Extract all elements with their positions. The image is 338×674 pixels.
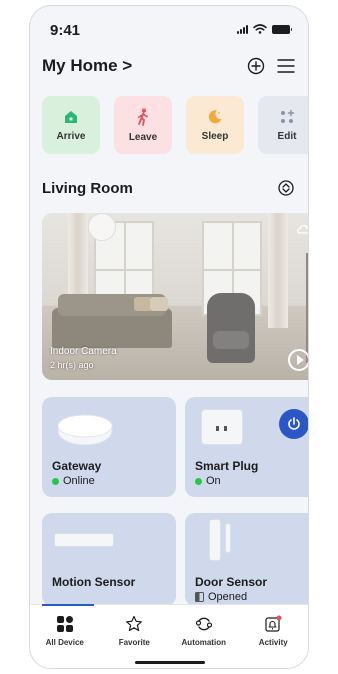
- device-status-text: Online: [63, 475, 95, 487]
- device-name: Door Sensor: [195, 575, 268, 589]
- menu-icon[interactable]: [276, 56, 296, 76]
- sofa: [52, 294, 172, 348]
- walking-person-icon: [138, 108, 148, 126]
- online-dot-icon: [52, 477, 59, 485]
- automation-icon: [195, 617, 212, 631]
- device-card-smart-plug[interactable]: Smart Plug On: [185, 397, 308, 497]
- tab-activity[interactable]: Activity: [243, 615, 303, 647]
- door-open-icon: [195, 592, 204, 602]
- device-status: On: [195, 475, 221, 487]
- plant: [306, 253, 308, 363]
- scene-leave-button[interactable]: Leave: [114, 96, 172, 154]
- curtain: [268, 213, 288, 328]
- status-bar: 9:41: [30, 6, 308, 46]
- device-name: Smart Plug: [195, 459, 259, 473]
- camera-preview[interactable]: Indoor Camera 2 hr(s) ago: [42, 213, 308, 380]
- scene-shortcuts: Arrive Leave Sleep Edit: [42, 96, 308, 154]
- battery-icon: [272, 24, 292, 34]
- device-name: Motion Sensor: [52, 575, 136, 589]
- smart-plug-device-image: [201, 409, 243, 445]
- tab-favorite[interactable]: Favorite: [104, 615, 164, 647]
- wifi-icon: [253, 24, 267, 34]
- device-status-text: Opened: [208, 591, 248, 603]
- tab-bar: All Device Favorite Automation Activity: [30, 604, 308, 668]
- phone-screen: 9:41 My Home > Arrive Leave Sleep Edit L…: [29, 5, 309, 669]
- scene-edit-button[interactable]: Edit: [258, 96, 308, 154]
- door-sensor-magnet-image: [225, 523, 231, 553]
- status-time: 9:41: [50, 22, 81, 39]
- tab-label: All Device: [45, 638, 84, 647]
- grid-add-icon: [281, 109, 295, 123]
- active-tab-indicator: [42, 604, 94, 606]
- tab-label: Favorite: [118, 638, 150, 647]
- device-status-text: On: [206, 475, 221, 487]
- device-card-gateway[interactable]: Gateway Online: [42, 397, 176, 497]
- star-icon: [126, 615, 143, 632]
- cellular-signal-icon: [237, 24, 248, 34]
- pillow: [150, 297, 168, 311]
- devices-icon: [56, 616, 73, 632]
- camera-time: 2 hr(s) ago: [50, 360, 94, 370]
- home-icon: [65, 110, 77, 123]
- device-card-motion-sensor[interactable]: Motion Sensor: [42, 513, 176, 606]
- scene-arrive-button[interactable]: Arrive: [42, 96, 100, 154]
- gateway-device-image: [57, 414, 113, 446]
- status-icons: [237, 24, 292, 34]
- armchair: [207, 293, 255, 363]
- camera-name: Indoor Camera: [50, 346, 117, 357]
- scene-label: Edit: [277, 130, 297, 142]
- room-title: Living Room: [42, 179, 133, 197]
- play-icon[interactable]: [288, 349, 308, 371]
- tab-label: Activity: [258, 638, 288, 647]
- tab-automation[interactable]: Automation: [174, 615, 234, 647]
- power-icon[interactable]: [279, 409, 308, 439]
- pendant-lamp: [88, 213, 116, 241]
- tab-label: Automation: [181, 638, 226, 647]
- bell-icon: [265, 615, 282, 632]
- on-dot-icon: [195, 477, 202, 485]
- home-header: My Home >: [42, 52, 296, 80]
- sort-icon[interactable]: [276, 178, 296, 198]
- cloud-icon: [296, 221, 308, 239]
- scene-label: Leave: [128, 131, 158, 143]
- scene-label: Arrive: [56, 130, 86, 142]
- home-selector[interactable]: My Home >: [42, 56, 132, 76]
- room-header: Living Room: [42, 176, 296, 200]
- moon-icon: [208, 109, 222, 123]
- add-icon[interactable]: [246, 56, 266, 76]
- scene-sleep-button[interactable]: Sleep: [186, 96, 244, 154]
- motion-sensor-device-image: [54, 533, 114, 547]
- device-status: Online: [52, 475, 95, 487]
- device-status: Opened: [195, 591, 247, 603]
- scene-label: Sleep: [201, 130, 229, 142]
- header-actions: [246, 56, 296, 76]
- home-indicator: [135, 661, 205, 664]
- tab-all-device[interactable]: All Device: [35, 615, 95, 647]
- device-card-door-sensor[interactable]: Door Sensor Opened: [185, 513, 308, 606]
- door-sensor-device-image: [209, 519, 221, 561]
- device-name: Gateway: [52, 459, 102, 473]
